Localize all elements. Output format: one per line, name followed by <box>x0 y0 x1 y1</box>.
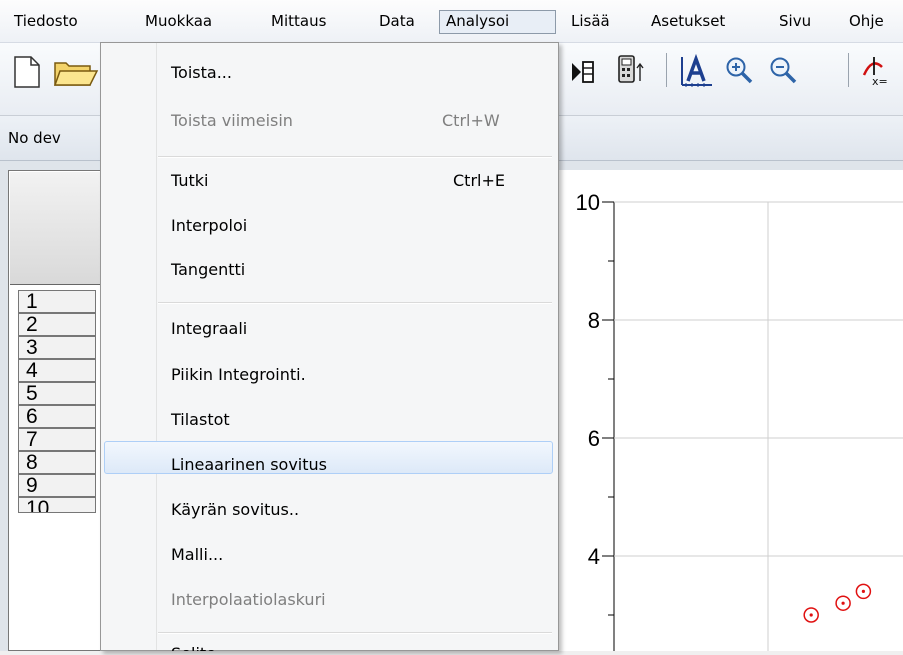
shortcut-ctrl-w: Ctrl+W <box>442 111 500 130</box>
menu-item-toista-viimeisin[interactable]: Toista viimeisin <box>171 109 293 133</box>
menu-data[interactable]: Data <box>373 10 421 34</box>
table-row-number[interactable]: 5 <box>18 382 96 405</box>
menu-item-selite[interactable]: Selite <box>171 641 216 651</box>
menu-separator <box>158 632 552 634</box>
table-row-number[interactable]: 3 <box>18 336 96 359</box>
data-point-center <box>841 601 845 605</box>
menu-separator <box>158 156 552 158</box>
menu-item-tangentti[interactable]: Tangentti <box>171 258 245 282</box>
y-tick-label: 8 <box>588 308 600 333</box>
menu-item-lineaarinen-sovitus[interactable]: Lineaarinen sovitus <box>171 453 327 477</box>
menu-item-malli[interactable]: Malli... <box>171 543 223 567</box>
autoscale-text-icon[interactable] <box>678 53 714 89</box>
next-step-icon[interactable] <box>570 57 596 87</box>
menu-item-tilastot[interactable]: Tilastot <box>171 408 230 432</box>
table-row-number[interactable]: 2 <box>18 313 96 336</box>
menu-sivu[interactable]: Sivu <box>773 10 817 34</box>
graph-panel[interactable]: 10 8 6 4 <box>558 170 903 651</box>
table-row-number[interactable]: 10 <box>18 497 96 513</box>
menu-muokkaa[interactable]: Muokkaa <box>139 10 218 34</box>
menu-lisaa[interactable]: Lisää <box>565 10 616 34</box>
menu-item-toista[interactable]: Toista... <box>171 61 232 85</box>
menu-item-kayran-sovitus[interactable]: Käyrän sovitus.. <box>171 498 299 522</box>
data-point-center <box>861 589 865 593</box>
shortcut-ctrl-e: Ctrl+E <box>453 171 505 190</box>
table-row-number[interactable]: 7 <box>18 428 96 451</box>
y-tick-label: 10 <box>576 190 600 215</box>
menu-item-interpolaatiolaskuri[interactable]: Interpolaatiolaskuri <box>171 588 326 612</box>
menu-bar: Tiedosto Muokkaa Mittaus Data Analysoi L… <box>0 0 903 43</box>
calculator-icon[interactable] <box>616 53 648 87</box>
menu-separator <box>158 302 552 304</box>
table-row-number[interactable]: 6 <box>18 405 96 428</box>
menu-tiedosto[interactable]: Tiedosto <box>8 10 84 34</box>
menu-item-tutki[interactable]: Tutki <box>171 169 208 193</box>
menu-asetukset[interactable]: Asetukset <box>645 10 731 34</box>
menu-ohje[interactable]: Ohje <box>843 10 890 34</box>
toolbar-separator <box>666 53 667 87</box>
toolbar-separator <box>848 53 849 87</box>
menu-mittaus[interactable]: Mittaus <box>265 10 332 34</box>
new-file-icon[interactable] <box>12 55 42 89</box>
y-tick-label: 4 <box>588 544 600 569</box>
menu-item-integraali[interactable]: Integraali <box>171 317 247 341</box>
examine-icon[interactable]: x= <box>860 53 900 89</box>
device-status-text: No dev <box>8 129 61 147</box>
menu-item-interpoloi[interactable]: Interpoloi <box>171 214 247 238</box>
open-folder-icon[interactable] <box>52 55 100 89</box>
table-row-number[interactable]: 4 <box>18 359 96 382</box>
graph-plot[interactable]: 10 8 6 4 <box>559 170 903 651</box>
menu-icon-gutter <box>101 43 157 650</box>
svg-text:x=: x= <box>872 75 888 88</box>
table-row-number[interactable]: 1 <box>18 290 96 313</box>
menu-item-piikin-integrointi[interactable]: Piikin Integrointi. <box>171 363 306 387</box>
data-point-center <box>809 613 813 617</box>
y-tick-label: 6 <box>588 426 600 451</box>
analysoi-dropdown-menu: Toista... Toista viimeisin Ctrl+W Tutki … <box>100 42 559 651</box>
table-row-number[interactable]: 8 <box>18 451 96 474</box>
table-row-number[interactable]: 9 <box>18 474 96 497</box>
zoom-out-icon[interactable] <box>768 55 800 87</box>
zoom-in-icon[interactable] <box>724 55 756 87</box>
menu-analysoi[interactable]: Analysoi <box>439 10 556 34</box>
